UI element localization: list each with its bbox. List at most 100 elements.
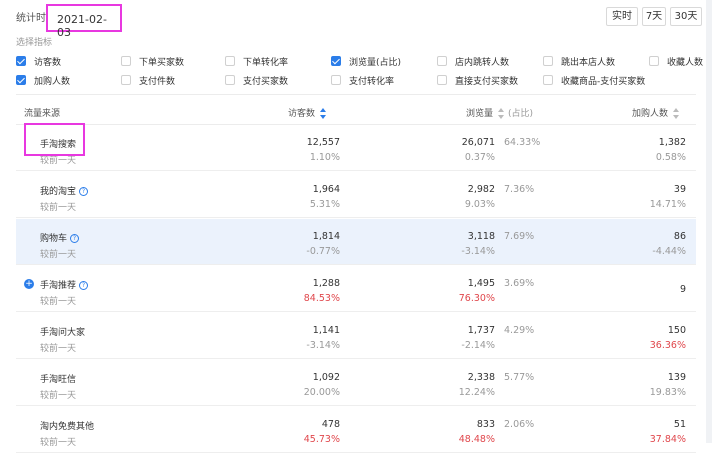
pageviews-column-header[interactable]: 浏览量 (占比) — [466, 106, 533, 119]
cart-value: 39 — [673, 184, 686, 195]
visitors-value: 1,141 — [312, 325, 340, 336]
help-icon[interactable]: ? — [79, 281, 89, 290]
metric-option[interactable]: 直接支付买家数 — [437, 73, 518, 87]
table-row[interactable]: 我的淘宝? 较前一天 1,964 5.31% 2,982 7.36% 9.03% 39 14.7… — [16, 172, 696, 218]
pageviews-change: 9.03% — [464, 199, 495, 210]
metric-label: 支付转化率 — [349, 76, 395, 87]
metric-label: 跳出本店人数 — [561, 57, 616, 68]
visitors-change: 20.00% — [303, 387, 340, 398]
source-name: 手淘旺信 — [40, 375, 77, 385]
sort-icon[interactable] — [498, 108, 505, 119]
cart-value: 9 — [679, 284, 686, 295]
checkbox[interactable] — [543, 75, 553, 85]
visitors-value: 478 — [321, 419, 340, 430]
visitors-value: 1,814 — [312, 231, 340, 242]
source-name: 购物车? — [40, 231, 80, 244]
metric-label: 下单转化率 — [243, 57, 289, 68]
help-icon[interactable]: ? — [70, 234, 80, 243]
metric-option[interactable]: 加购人数 — [16, 73, 70, 87]
metric-option[interactable]: 下单转化率 — [225, 54, 288, 68]
metric-label: 访客数 — [34, 57, 62, 68]
metric-option[interactable]: 收藏商品-支付买家数 — [543, 73, 645, 87]
pageviews-share: 2.06% — [504, 419, 535, 430]
source-name: 我的淘宝? — [40, 184, 89, 197]
table-row[interactable]: 手淘搜索 较前一天 12,557 1.10% 26,071 64.33% 0.37% 1,38… — [16, 125, 696, 171]
table-row[interactable]: + 手淘推荐? 较前一天 1,288 84.53% 1,495 3.69% 76.30% 9 — [16, 266, 696, 312]
checkbox[interactable] — [649, 56, 659, 66]
cart-change: 37.84% — [649, 434, 686, 445]
checkbox[interactable] — [331, 56, 341, 66]
checkbox[interactable] — [225, 75, 235, 85]
divider — [16, 94, 696, 95]
metric-option[interactable]: 店内跳转人数 — [437, 54, 509, 68]
visitors-column-header[interactable]: 访客数 — [288, 106, 327, 119]
compare-label: 较前一天 — [40, 297, 77, 307]
pageviews-value: 1,495 — [467, 278, 495, 289]
7day-button[interactable]: 7天 — [642, 7, 666, 26]
help-icon[interactable]: ? — [79, 187, 89, 196]
pageviews-share: 3.69% — [504, 278, 535, 289]
sort-icon[interactable] — [673, 108, 680, 119]
checkbox[interactable] — [16, 75, 26, 85]
metric-label: 店内跳转人数 — [455, 57, 510, 68]
pageviews-change: 76.30% — [458, 293, 495, 304]
checkbox[interactable] — [121, 75, 131, 85]
table-row[interactable]: 手淘旺信 较前一天 1,092 20.00% 2,338 5.77% 12.24% 139 19… — [16, 360, 696, 406]
table-row[interactable]: 购物车? 较前一天 1,814 -0.77% 3,118 7.69% -3.14% 86 -4.… — [16, 219, 696, 265]
metric-option[interactable]: 下单买家数 — [121, 54, 184, 68]
metric-option[interactable]: 收藏人数 — [649, 54, 703, 68]
checkbox[interactable] — [121, 56, 131, 66]
expand-icon[interactable]: + — [24, 279, 34, 289]
metric-label: 浏览量(占比) — [349, 57, 402, 68]
pageviews-share: 4.29% — [504, 325, 535, 336]
table-row[interactable]: 淘内免费其他 较前一天 478 45.73% 833 2.06% 48.48% 51 37.84… — [16, 407, 696, 453]
pageviews-change: -2.14% — [461, 340, 495, 351]
cart-column-header[interactable]: 加购人数 — [632, 106, 680, 119]
realtime-button[interactable]: 实时 — [606, 7, 638, 26]
checkbox[interactable] — [437, 75, 447, 85]
30day-button[interactable]: 30天 — [670, 7, 702, 26]
metric-option[interactable]: 支付买家数 — [225, 73, 288, 87]
cart-value: 139 — [667, 372, 686, 383]
highlight-box — [24, 123, 85, 156]
visitors-value: 1,092 — [312, 372, 340, 383]
date-picker[interactable]: 2021-02-03 — [46, 4, 122, 39]
cart-change: 14.71% — [649, 199, 686, 210]
metric-label: 加购人数 — [34, 76, 71, 87]
compare-label: 较前一天 — [40, 391, 77, 401]
checkbox[interactable] — [543, 56, 553, 66]
pageviews-value: 833 — [476, 419, 495, 430]
sort-icon[interactable] — [320, 108, 327, 119]
pageviews-change: -3.14% — [461, 246, 495, 257]
metric-label: 下单买家数 — [139, 57, 185, 68]
checkbox[interactable] — [16, 56, 26, 66]
pageviews-change: 12.24% — [458, 387, 495, 398]
visitors-change: 1.10% — [309, 152, 340, 163]
cart-value: 86 — [673, 231, 686, 242]
metric-selector-title: 选择指标 — [16, 38, 53, 48]
checkbox[interactable] — [437, 56, 447, 66]
metric-option[interactable]: 访客数 — [16, 54, 61, 68]
table-row[interactable]: 手淘问大家 较前一天 1,141 -3.14% 1,737 4.29% -2.14% 150 3… — [16, 313, 696, 359]
metric-option[interactable]: 跳出本店人数 — [543, 54, 615, 68]
top-bar: 统计时间 2021-02-03 实时 7天 30天 — [0, 0, 712, 39]
visitors-change: -0.77% — [306, 246, 340, 257]
pageviews-change: 48.48% — [458, 434, 495, 445]
compare-label: 较前一天 — [40, 203, 77, 213]
checkbox[interactable] — [331, 75, 341, 85]
source-name: 淘内免费其他 — [40, 422, 95, 432]
metric-option[interactable]: 支付转化率 — [331, 73, 394, 87]
pageviews-share: 7.69% — [504, 231, 535, 242]
pageviews-share: 5.77% — [504, 372, 535, 383]
compare-label: 较前一天 — [40, 344, 77, 354]
metric-option[interactable]: 支付件数 — [121, 73, 175, 87]
pageviews-value: 2,338 — [467, 372, 495, 383]
metric-option[interactable]: 浏览量(占比) — [331, 54, 401, 68]
cart-value: 150 — [667, 325, 686, 336]
pageviews-value: 2,982 — [467, 184, 495, 195]
metric-label: 收藏商品-支付买家数 — [561, 76, 646, 87]
pageviews-change: 0.37% — [464, 152, 495, 163]
pageviews-value: 1,737 — [467, 325, 495, 336]
checkbox[interactable] — [225, 56, 235, 66]
cart-value: 1,382 — [658, 137, 686, 148]
